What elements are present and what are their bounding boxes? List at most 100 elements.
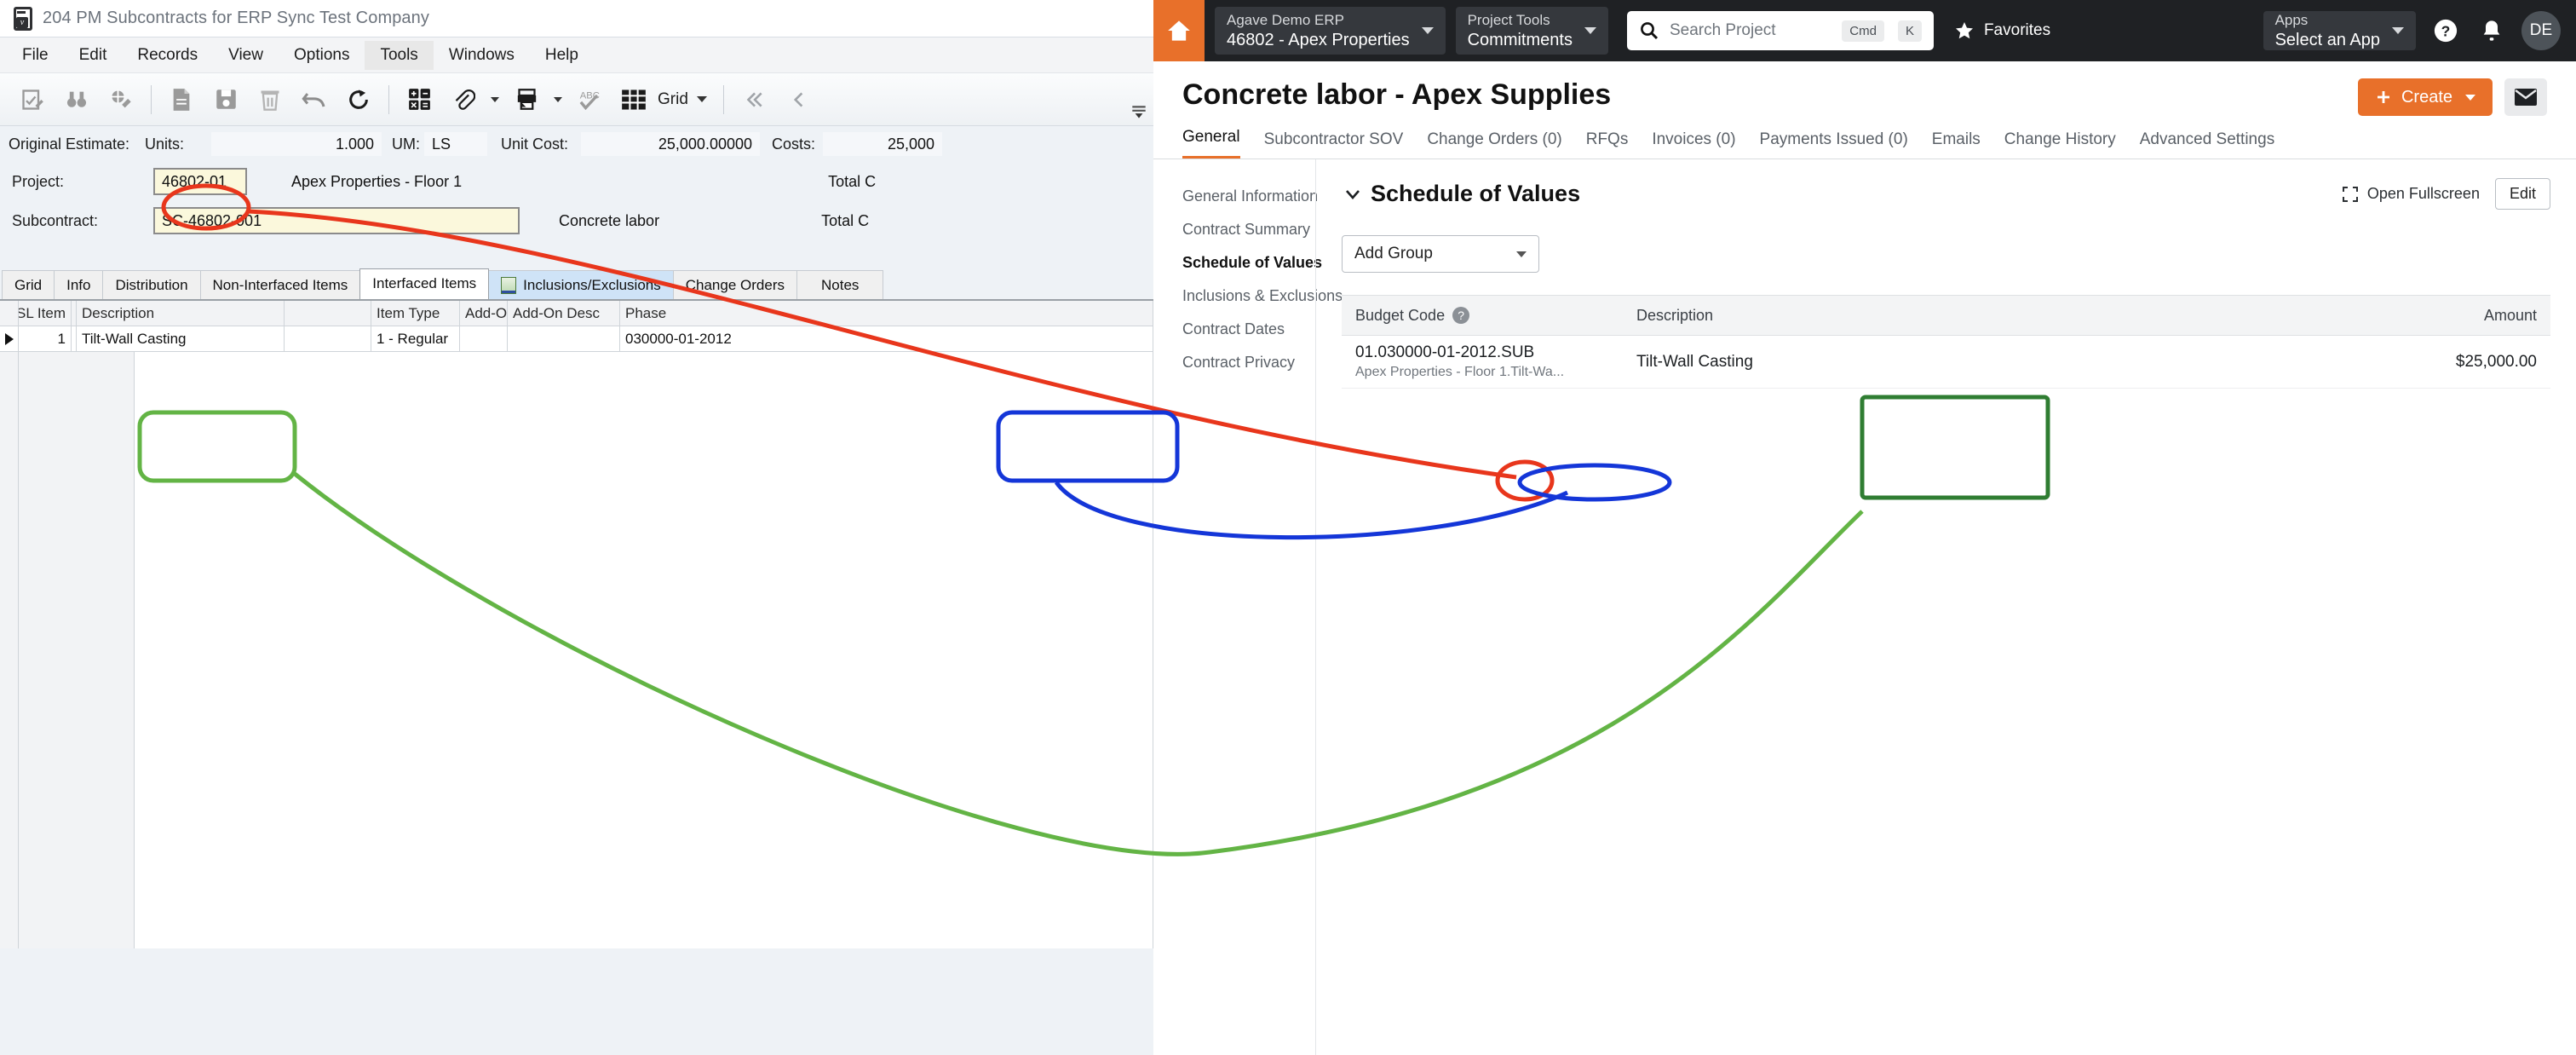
chevron-down-icon[interactable]	[1342, 183, 1364, 205]
tab-grid[interactable]: Grid	[2, 270, 55, 299]
attachment-icon[interactable]	[441, 80, 486, 119]
menu-help[interactable]: Help	[530, 41, 594, 70]
col-add-on[interactable]: Add-On	[460, 301, 508, 326]
avatar[interactable]: DE	[2521, 11, 2561, 50]
cell-add-on-desc	[508, 326, 620, 351]
tab-emails[interactable]: Emails	[1932, 130, 1981, 159]
create-button-label: Create	[2401, 87, 2452, 107]
home-icon[interactable]	[1153, 0, 1205, 61]
apps-selector[interactable]: Apps Select an App	[2263, 11, 2416, 50]
tab-change-orders[interactable]: Change Orders (0)	[1427, 130, 1561, 159]
tab-notes[interactable]: Notes	[796, 270, 884, 299]
menu-windows[interactable]: Windows	[434, 41, 530, 70]
email-button[interactable]	[2504, 78, 2547, 116]
col-budget-code[interactable]: Budget Code ?	[1342, 307, 1623, 325]
spellcheck-icon[interactable]: ABC	[567, 80, 612, 119]
col-phase[interactable]: Phase	[620, 301, 1153, 326]
find-clear-icon[interactable]	[99, 80, 143, 119]
menu-file[interactable]: File	[7, 41, 64, 70]
cell-sl-item: 1	[19, 326, 72, 351]
calculator-icon[interactable]	[397, 80, 441, 119]
edit-button[interactable]: Edit	[2494, 178, 2550, 210]
col-description[interactable]: Description	[77, 301, 285, 326]
project-code-input[interactable]: 46802-01	[153, 168, 247, 195]
col-amount[interactable]: Amount	[1878, 307, 2550, 325]
grid-view-icon[interactable]	[612, 80, 656, 119]
col-add-on-desc[interactable]: Add-On Desc	[508, 301, 620, 326]
sidebar-item-schedule-of-values[interactable]: Schedule of Values	[1182, 246, 1322, 280]
search-icon	[1641, 22, 1659, 40]
costs-value[interactable]: 25,000	[823, 132, 942, 156]
menu-view[interactable]: View	[213, 41, 279, 70]
add-group-dropdown[interactable]: Add Group	[1342, 235, 1539, 273]
project-total-label: Total C	[828, 172, 877, 190]
find-binoculars-icon[interactable]	[55, 80, 99, 119]
project-row: Project: 46802-01 Apex Properties - Floo…	[0, 162, 1153, 201]
subcontract-code-input[interactable]: SC-46802-001	[153, 207, 520, 234]
units-value[interactable]: 1.000	[211, 132, 382, 156]
project-tools-selector[interactable]: Project Tools Commitments	[1455, 7, 1608, 55]
sidebar-item-contract-privacy[interactable]: Contract Privacy	[1182, 346, 1315, 379]
delete-icon[interactable]	[248, 80, 292, 119]
toolbar-divider	[151, 84, 152, 114]
print-icon[interactable]	[504, 80, 549, 119]
tab-info[interactable]: Info	[54, 270, 104, 299]
tab-change-history[interactable]: Change History	[2004, 130, 2116, 159]
previous-record-icon[interactable]	[776, 80, 820, 119]
save-icon[interactable]	[204, 80, 248, 119]
bell-icon[interactable]	[2475, 14, 2508, 47]
col-description[interactable]: Description	[1623, 307, 1878, 325]
sov-table: Budget Code ? Description Amount 01.0300…	[1342, 295, 2550, 389]
tab-interfaced-items[interactable]: Interfaced Items	[359, 268, 490, 299]
section-sidebar: General Information Contract Summary Sch…	[1153, 159, 1343, 1055]
sidebar-item-contract-dates[interactable]: Contract Dates	[1182, 313, 1315, 346]
table-row[interactable]: 01.030000-01-2012.SUB Apex Properties - …	[1342, 336, 2550, 389]
company-project-selector[interactable]: Agave Demo ERP 46802 - Apex Properties	[1215, 7, 1446, 55]
menu-tools[interactable]: Tools	[365, 40, 434, 70]
tab-non-interfaced-items[interactable]: Non-Interfaced Items	[199, 270, 361, 299]
open-fullscreen-button[interactable]: Open Fullscreen	[2342, 185, 2480, 203]
grid-dropdown-caret[interactable]	[696, 96, 707, 102]
menu-edit[interactable]: Edit	[64, 41, 123, 70]
sidebar-item-general-information[interactable]: General Information	[1182, 180, 1318, 213]
sidebar-item-contract-summary[interactable]: Contract Summary	[1182, 213, 1315, 246]
undo-icon[interactable]	[292, 80, 336, 119]
project-label: Project:	[12, 172, 65, 190]
new-document-icon[interactable]	[159, 80, 204, 119]
tab-distribution[interactable]: Distribution	[102, 270, 201, 299]
first-record-icon[interactable]	[732, 80, 776, 119]
toolbar-overflow-icon[interactable]	[1130, 73, 1148, 125]
tab-subcontractor-sov[interactable]: Subcontractor SOV	[1264, 130, 1404, 159]
table-row[interactable]: 1 Tilt-Wall Casting 1 - Regular 030000-0…	[0, 326, 1153, 352]
subcontract-row: Subcontract: SC-46802-001 Concrete labor…	[0, 201, 1153, 240]
um-value[interactable]: LS	[424, 132, 487, 156]
favorites-button[interactable]: Favorites	[1954, 0, 2050, 61]
help-icon[interactable]: ?	[1452, 307, 1470, 324]
cell-description: Tilt-Wall Casting	[77, 326, 285, 351]
subcontract-label: Subcontract:	[12, 211, 99, 229]
tab-payments-issued[interactable]: Payments Issued (0)	[1760, 130, 1908, 159]
menu-records[interactable]: Records	[122, 41, 213, 70]
refresh-icon[interactable]	[336, 80, 381, 119]
tab-change-orders[interactable]: Change Orders	[672, 270, 797, 299]
col-sl-item[interactable]: SL Item	[19, 301, 72, 326]
row-selector[interactable]	[0, 326, 19, 351]
sidebar-item-inclusions-exclusions[interactable]: Inclusions & Exclusions	[1182, 280, 1343, 313]
create-button[interactable]: Create	[2357, 78, 2493, 116]
edit-record-icon[interactable]	[10, 80, 55, 119]
search-input[interactable]: Search Project Cmd K	[1626, 11, 1934, 50]
help-icon[interactable]: ?	[2429, 14, 2462, 47]
toolbar-grid-label[interactable]: Grid	[658, 90, 688, 109]
attachment-dropdown-caret[interactable]	[491, 96, 499, 102]
tab-general[interactable]: General	[1182, 128, 1240, 159]
unit-cost-value[interactable]: 25,000.00000	[581, 132, 760, 156]
col-budget-code-label: Budget Code	[1355, 306, 1446, 324]
col-item-type[interactable]: Item Type	[371, 301, 460, 326]
print-dropdown-caret[interactable]	[554, 96, 562, 102]
menu-options[interactable]: Options	[279, 41, 365, 70]
tab-rfqs[interactable]: RFQs	[1586, 130, 1629, 159]
tab-invoices[interactable]: Invoices (0)	[1652, 130, 1735, 159]
fullscreen-icon	[2342, 186, 2358, 202]
tab-advanced-settings[interactable]: Advanced Settings	[2140, 130, 2274, 159]
tab-inclusions-exclusions[interactable]: Inclusions/Exclusions	[488, 270, 674, 299]
